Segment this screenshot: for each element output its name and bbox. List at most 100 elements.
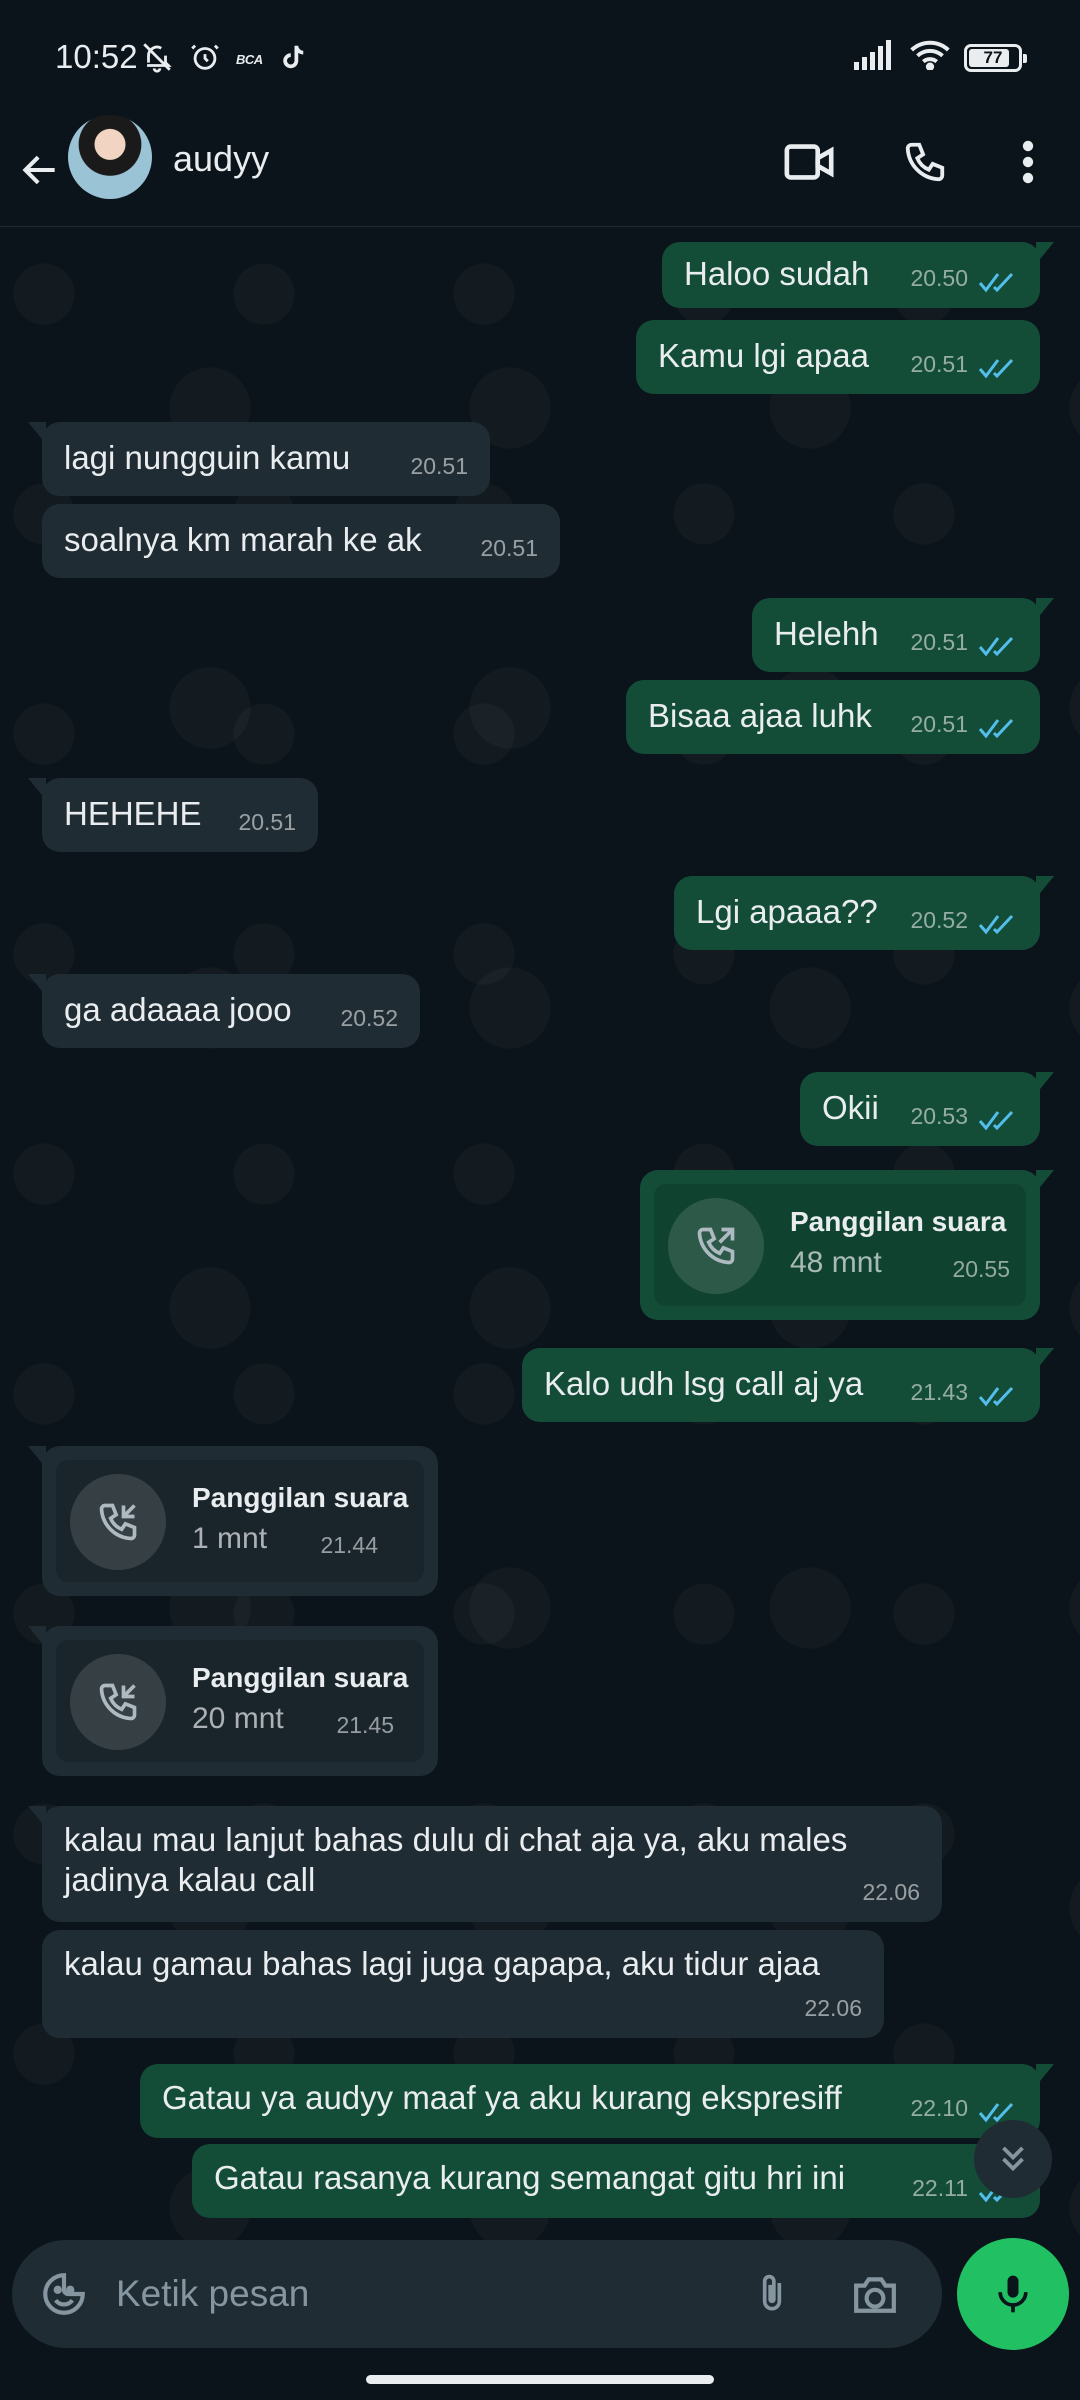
message-time: 22.11 xyxy=(912,2175,968,2201)
incoming-call-icon xyxy=(99,1503,137,1541)
message-bubble-outgoing[interactable]: Gatau rasanya kurang semangat gitu hri i… xyxy=(192,2144,1040,2218)
chat-area[interactable]: Haloo sudah 20.50 Kamu lgi apaa 20.51 la… xyxy=(0,228,1080,2240)
call-duration: 20 mnt xyxy=(192,1702,284,1735)
voice-call-card-incoming[interactable]: Panggilan suara 20 mnt 21.45 xyxy=(28,1626,438,1776)
voice-call-card-incoming[interactable]: Panggilan suara 1 mnt 21.44 xyxy=(28,1446,438,1596)
video-call-button[interactable] xyxy=(780,132,840,192)
message-bubble-outgoing[interactable]: Kalo udh lsg call aj ya 21.43 xyxy=(522,1348,1054,1422)
message-time: 20.51 xyxy=(480,535,538,561)
mic-icon xyxy=(998,2275,1028,2313)
message-bubble-incoming[interactable]: ga adaaaa jooo 20.52 xyxy=(28,974,420,1048)
message-time: 21.45 xyxy=(336,1712,394,1738)
call-icon-circle xyxy=(668,1198,764,1294)
message-text: ga adaaaa jooo xyxy=(64,991,292,1028)
message-time: 20.52 xyxy=(910,907,968,933)
tiktok-icon xyxy=(277,40,307,80)
read-ticks-icon xyxy=(978,272,1014,293)
message-time: 21.44 xyxy=(320,1532,378,1558)
mute-bell-icon xyxy=(140,40,174,80)
bca-app-icon: BCA xyxy=(236,52,263,67)
battery-icon: 77 xyxy=(964,43,1027,72)
scroll-to-bottom-button[interactable] xyxy=(974,2120,1052,2198)
message-input[interactable] xyxy=(116,2264,736,2324)
avatar[interactable] xyxy=(68,115,152,199)
message-time: 21.43 xyxy=(910,1379,968,1405)
message-composer xyxy=(12,2240,942,2348)
read-ticks-icon xyxy=(978,718,1014,739)
more-options-button[interactable] xyxy=(998,132,1058,192)
outgoing-call-icon xyxy=(697,1227,735,1265)
message-bubble-incoming[interactable]: lagi nungguin kamu 20.51 xyxy=(28,422,490,496)
message-text: Kalo udh lsg call aj ya xyxy=(544,1365,864,1402)
message-time: 22.06 xyxy=(804,1995,862,2021)
status-icons-right: 77 xyxy=(854,40,1027,75)
double-chevron-down-icon xyxy=(1002,2146,1024,2172)
message-time: 20.51 xyxy=(238,809,296,835)
message-time: 20.52 xyxy=(340,1005,398,1031)
message-bubble-outgoing[interactable]: Gatau ya audyy maaf ya aku kurang ekspre… xyxy=(140,2064,1054,2138)
message-text: kalau gamau bahas lagi juga gapapa, aku … xyxy=(64,1945,820,1982)
attach-icon xyxy=(762,2274,782,2311)
call-title: Panggilan suara xyxy=(192,1662,409,1693)
read-ticks-icon xyxy=(978,636,1014,657)
message-text: Haloo sudah xyxy=(684,255,870,292)
message-text: Kamu lgi apaa xyxy=(658,337,869,374)
call-duration: 1 mnt xyxy=(192,1522,268,1555)
message-time: 22.10 xyxy=(910,2095,968,2121)
emoji-button[interactable] xyxy=(34,2264,94,2324)
message-bubble-incoming[interactable]: kalau mau lanjut bahas dulu di chat aja … xyxy=(28,1806,942,1922)
message-bubble-outgoing[interactable]: Lgi apaaa?? 20.52 xyxy=(674,876,1054,950)
message-bubble-outgoing[interactable]: Kamu lgi apaa 20.51 xyxy=(636,320,1040,394)
emoji-icon xyxy=(43,2273,85,2315)
message-text: HEHEHE xyxy=(64,795,202,832)
message-time: 20.50 xyxy=(910,265,968,291)
call-icon-circle xyxy=(70,1474,166,1570)
call-card-inner: Panggilan suara 1 mnt 21.44 xyxy=(56,1460,424,1582)
voice-call-card-outgoing[interactable]: Panggilan suara 48 mnt 20.55 xyxy=(640,1170,1054,1320)
camera-button[interactable] xyxy=(840,2264,910,2324)
call-title: Panggilan suara xyxy=(192,1482,409,1513)
message-text: Bisaa ajaa luhk xyxy=(648,697,872,734)
voice-call-icon xyxy=(905,142,945,182)
camera-icon xyxy=(854,2277,896,2313)
wifi-icon xyxy=(910,40,950,75)
message-text: kalau mau lanjut bahas dulu di chat aja … xyxy=(64,1821,848,1898)
alarm-icon xyxy=(188,40,222,80)
attach-button[interactable] xyxy=(742,2264,802,2324)
message-bubble-outgoing[interactable]: Helehh 20.51 xyxy=(752,598,1054,672)
message-time: 22.06 xyxy=(862,1879,920,1905)
call-card-inner: Panggilan suara 20 mnt 21.45 xyxy=(56,1640,424,1762)
contact-name[interactable]: audyy xyxy=(173,138,269,180)
message-text: lagi nungguin kamu xyxy=(64,439,351,476)
call-icon-circle xyxy=(70,1654,166,1750)
read-ticks-icon xyxy=(978,358,1014,379)
incoming-call-icon xyxy=(99,1683,137,1721)
status-bar: 10:52 BCA 77 xyxy=(0,0,1080,120)
voice-record-button[interactable] xyxy=(957,2238,1069,2350)
message-time: 20.55 xyxy=(952,1256,1010,1282)
gesture-nav-handle[interactable] xyxy=(366,2375,714,2384)
message-time: 20.51 xyxy=(910,351,968,377)
status-time: 10:52 xyxy=(55,38,138,75)
back-button[interactable] xyxy=(14,140,66,200)
signal-icon xyxy=(854,40,896,75)
call-duration: 48 mnt xyxy=(790,1246,882,1279)
voice-call-button[interactable] xyxy=(895,132,955,192)
read-ticks-icon xyxy=(978,914,1014,935)
message-bubble-incoming[interactable]: kalau gamau bahas lagi juga gapapa, aku … xyxy=(42,1930,884,2038)
message-text: Helehh xyxy=(774,615,879,652)
back-arrow-icon xyxy=(22,155,55,185)
message-bubble-outgoing[interactable]: Haloo sudah 20.50 xyxy=(662,242,1054,308)
message-text: Gatau rasanya kurang semangat gitu hri i… xyxy=(214,2159,846,2196)
message-time: 20.51 xyxy=(910,711,968,737)
more-vert-icon xyxy=(1022,140,1034,184)
call-card-inner: Panggilan suara 48 mnt 20.55 xyxy=(654,1184,1026,1306)
battery-level-text: 77 xyxy=(983,47,1003,67)
message-bubble-incoming[interactable]: soalnya km marah ke ak 20.51 xyxy=(42,504,560,578)
message-bubble-incoming[interactable]: HEHEHE 20.51 xyxy=(28,778,318,852)
message-bubble-outgoing[interactable]: Okii 20.53 xyxy=(800,1072,1054,1146)
message-bubble-outgoing[interactable]: Bisaa ajaa luhk 20.51 xyxy=(626,680,1040,754)
message-time: 20.53 xyxy=(910,1103,968,1129)
call-title: Panggilan suara xyxy=(790,1206,1007,1237)
read-ticks-icon xyxy=(978,1110,1014,1131)
